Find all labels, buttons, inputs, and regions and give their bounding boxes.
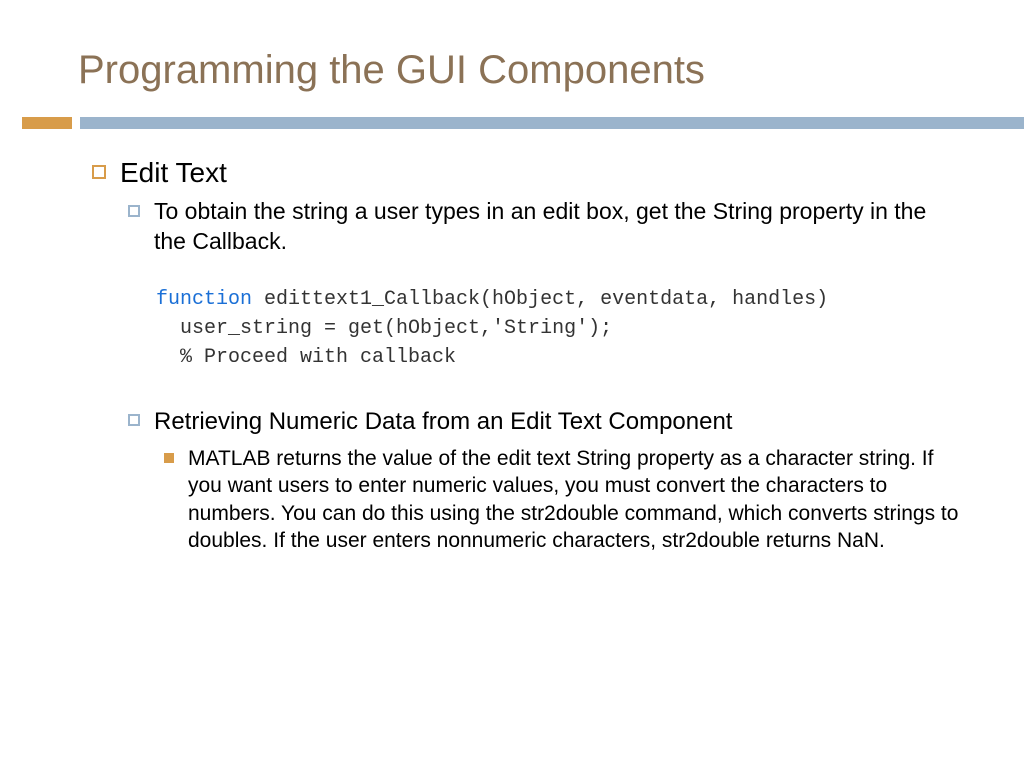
section-heading: Edit Text <box>120 157 227 189</box>
code-line: % Proceed with callback <box>156 343 964 372</box>
subsection-heading: Retrieving Numeric Data from an Edit Tex… <box>154 406 732 437</box>
divider-accent-blue <box>80 117 1024 129</box>
divider-accent-orange <box>22 117 72 129</box>
code-text: edittext1_Callback(hObject, eventdata, h… <box>252 288 828 311</box>
title-divider <box>0 117 1024 129</box>
intro-text: To obtain the string a user types in an … <box>154 197 964 257</box>
code-line: user_string = get(hObject,'String'); <box>156 314 964 343</box>
bullet-level3: MATLAB returns the value of the edit tex… <box>164 445 964 554</box>
code-line: function edittext1_Callback(hObject, eve… <box>156 285 964 314</box>
bullet-level2: To obtain the string a user types in an … <box>128 197 964 257</box>
bullet-level1: Edit Text <box>92 157 964 189</box>
code-keyword: function <box>156 288 252 311</box>
code-block: function edittext1_Callback(hObject, eve… <box>156 285 964 372</box>
square-bullet-icon <box>128 414 140 426</box>
square-bullet-icon <box>164 453 174 463</box>
square-bullet-icon <box>92 165 106 179</box>
slide-title: Programming the GUI Components <box>0 0 1024 93</box>
square-bullet-icon <box>128 205 140 217</box>
bullet-level2: Retrieving Numeric Data from an Edit Tex… <box>128 406 964 437</box>
subsection-body: MATLAB returns the value of the edit tex… <box>188 445 964 554</box>
slide-body: Edit Text To obtain the string a user ty… <box>0 129 1024 554</box>
